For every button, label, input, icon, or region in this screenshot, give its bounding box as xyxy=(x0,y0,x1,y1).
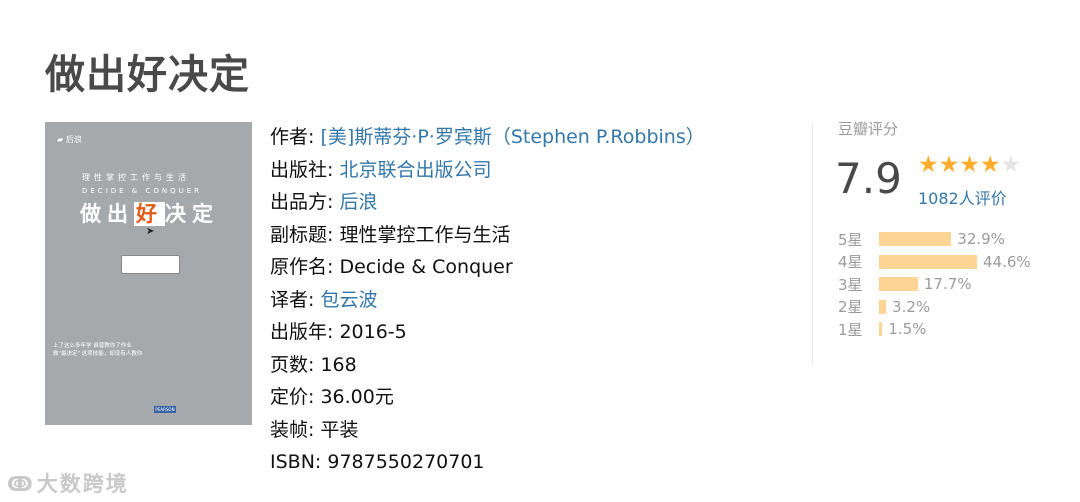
info-row: ISBN: 9787550270701 xyxy=(270,446,705,479)
info-label: 作者: xyxy=(270,126,321,148)
info-row: 出版年: 2016-5 xyxy=(270,316,705,349)
info-value: 理性掌控工作与生活 xyxy=(339,223,511,246)
book-cover[interactable]: ▰ 后浪 理性掌控工作与生活 DECIDE & CONQUER 做出好决定 ➤ … xyxy=(45,122,252,425)
info-label: 出版年: xyxy=(270,321,340,343)
watermark: ↂ大数跨境 xyxy=(7,472,129,496)
cover-title: 做出好决定 xyxy=(80,202,219,226)
rating-bar-percent: 17.7% xyxy=(923,275,972,294)
rating-bar-row: 4星 44.6% xyxy=(838,251,1031,274)
rating-bar-row: 2星 3.2% xyxy=(838,296,1031,319)
rating-stars: ★★★★★ xyxy=(918,152,1021,178)
rating-bar-row: 1星 1.5% xyxy=(838,318,1031,341)
rating-distribution: 5星 32.9% 4星 44.6% 3星 17.7% 2星 3.2% 1星 1.5% xyxy=(838,228,1031,341)
info-label: 副标题: xyxy=(270,223,340,246)
rating-panel: 豆瓣评分 7.9 ★★★★★ 1082人评价 5星 32.9% 4星 44.6% 3星 1… xyxy=(835,118,1058,339)
info-label: ISBN: xyxy=(270,451,328,473)
star-icon: ★ xyxy=(979,152,1001,178)
book-info: 作者: [美]斯蒂芬·P·罗宾斯（Stephen P.Robbins） 出版社: … xyxy=(270,121,705,479)
info-value: 168 xyxy=(320,353,357,376)
info-row: 页数: 168 xyxy=(270,349,705,382)
info-row: 原作名: Decide & Conquer xyxy=(270,251,705,284)
pearson-logo: PEARSON xyxy=(154,406,176,413)
rating-bar-label: 2星 xyxy=(838,298,863,317)
cover-english-title: DECIDE & CONQUER xyxy=(82,187,203,195)
info-label: 出品方: xyxy=(270,191,340,213)
cursor-icon: ➤ xyxy=(146,226,155,237)
info-row: 装帧: 平装 xyxy=(270,414,705,447)
rating-bar xyxy=(879,322,883,337)
star-icon: ★ xyxy=(938,152,960,178)
star-icon: ★ xyxy=(918,152,939,178)
rating-bar-label: 4星 xyxy=(838,253,863,272)
info-row: 副标题: 理性掌控工作与生活 xyxy=(270,219,705,252)
divider xyxy=(812,124,813,364)
logo-icon: ↂ xyxy=(7,472,35,496)
rating-bar xyxy=(879,232,952,247)
info-row: 出品方: 后浪 xyxy=(270,186,705,219)
rating-bar-percent: 1.5% xyxy=(888,320,927,339)
info-value: 2016-5 xyxy=(339,321,407,343)
rating-bar-row: 3星 17.7% xyxy=(838,273,1031,296)
rating-bar-row: 5星 32.9% xyxy=(838,228,1031,251)
rating-bar-label: 1星 xyxy=(838,320,863,339)
rating-bar-label: 5星 xyxy=(838,230,863,249)
info-label: 页数: xyxy=(270,353,321,376)
info-label: 原作名: xyxy=(270,256,340,278)
info-row: 出版社: 北京联合出版公司 xyxy=(270,154,705,187)
info-value: 36.00元 xyxy=(320,386,394,408)
star-icon: ★ xyxy=(1000,152,1022,178)
info-row: 译者: 包云波 xyxy=(270,284,705,317)
rating-label: 豆瓣评分 xyxy=(838,120,899,138)
info-label: 装帧: xyxy=(270,418,321,441)
star-icon: ★ xyxy=(959,152,980,178)
info-value-link[interactable]: 包云波 xyxy=(320,289,377,311)
rating-bar xyxy=(879,277,918,292)
info-label: 译者: xyxy=(270,288,321,311)
cover-box xyxy=(121,255,180,274)
rating-bar xyxy=(879,254,977,269)
rating-bar-percent: 3.2% xyxy=(892,297,931,316)
rating-score: 7.9 xyxy=(835,154,902,203)
cover-blurb: 上了这么多年学 谁曾教你了作业 做"最决定" 这项技能，却没有人教你 xyxy=(53,343,143,357)
info-row: 作者: [美]斯蒂芬·P·罗宾斯（Stephen P.Robbins） xyxy=(270,121,705,154)
rating-bar-percent: 32.9% xyxy=(957,230,1005,249)
rating-bar-percent: 44.6% xyxy=(983,252,1031,271)
page-title: 做出好决定 xyxy=(45,52,250,98)
rating-votes-link[interactable]: 1082人评价 xyxy=(918,185,1007,209)
info-value-link[interactable]: 北京联合出版公司 xyxy=(339,159,491,181)
info-value: Decide & Conquer xyxy=(339,256,513,278)
info-value-link[interactable]: [美]斯蒂芬·P·罗宾斯（Stephen P.Robbins） xyxy=(320,126,704,148)
info-value: 9787550270701 xyxy=(327,451,485,473)
info-row: 定价: 36.00元 xyxy=(270,381,705,414)
rating-bar-label: 3星 xyxy=(838,275,863,294)
info-value-link[interactable]: 后浪 xyxy=(339,191,377,213)
info-label: 定价: xyxy=(270,386,321,408)
cover-subtitle: 理性掌控工作与生活 xyxy=(82,173,190,182)
rating-bar xyxy=(879,299,887,314)
info-label: 出版社: xyxy=(270,158,340,181)
info-value: 平装 xyxy=(320,418,359,441)
publisher-logo: ▰ 后浪 xyxy=(57,135,82,144)
